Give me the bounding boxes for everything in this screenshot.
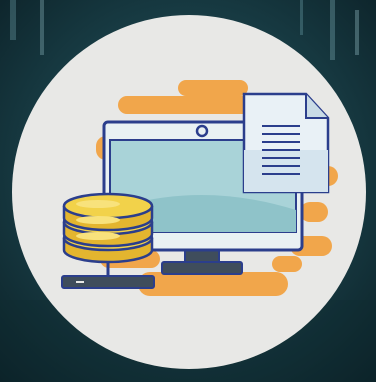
document-icon xyxy=(242,92,330,194)
camera-dot xyxy=(195,124,209,138)
illustration-canvas xyxy=(0,0,376,382)
